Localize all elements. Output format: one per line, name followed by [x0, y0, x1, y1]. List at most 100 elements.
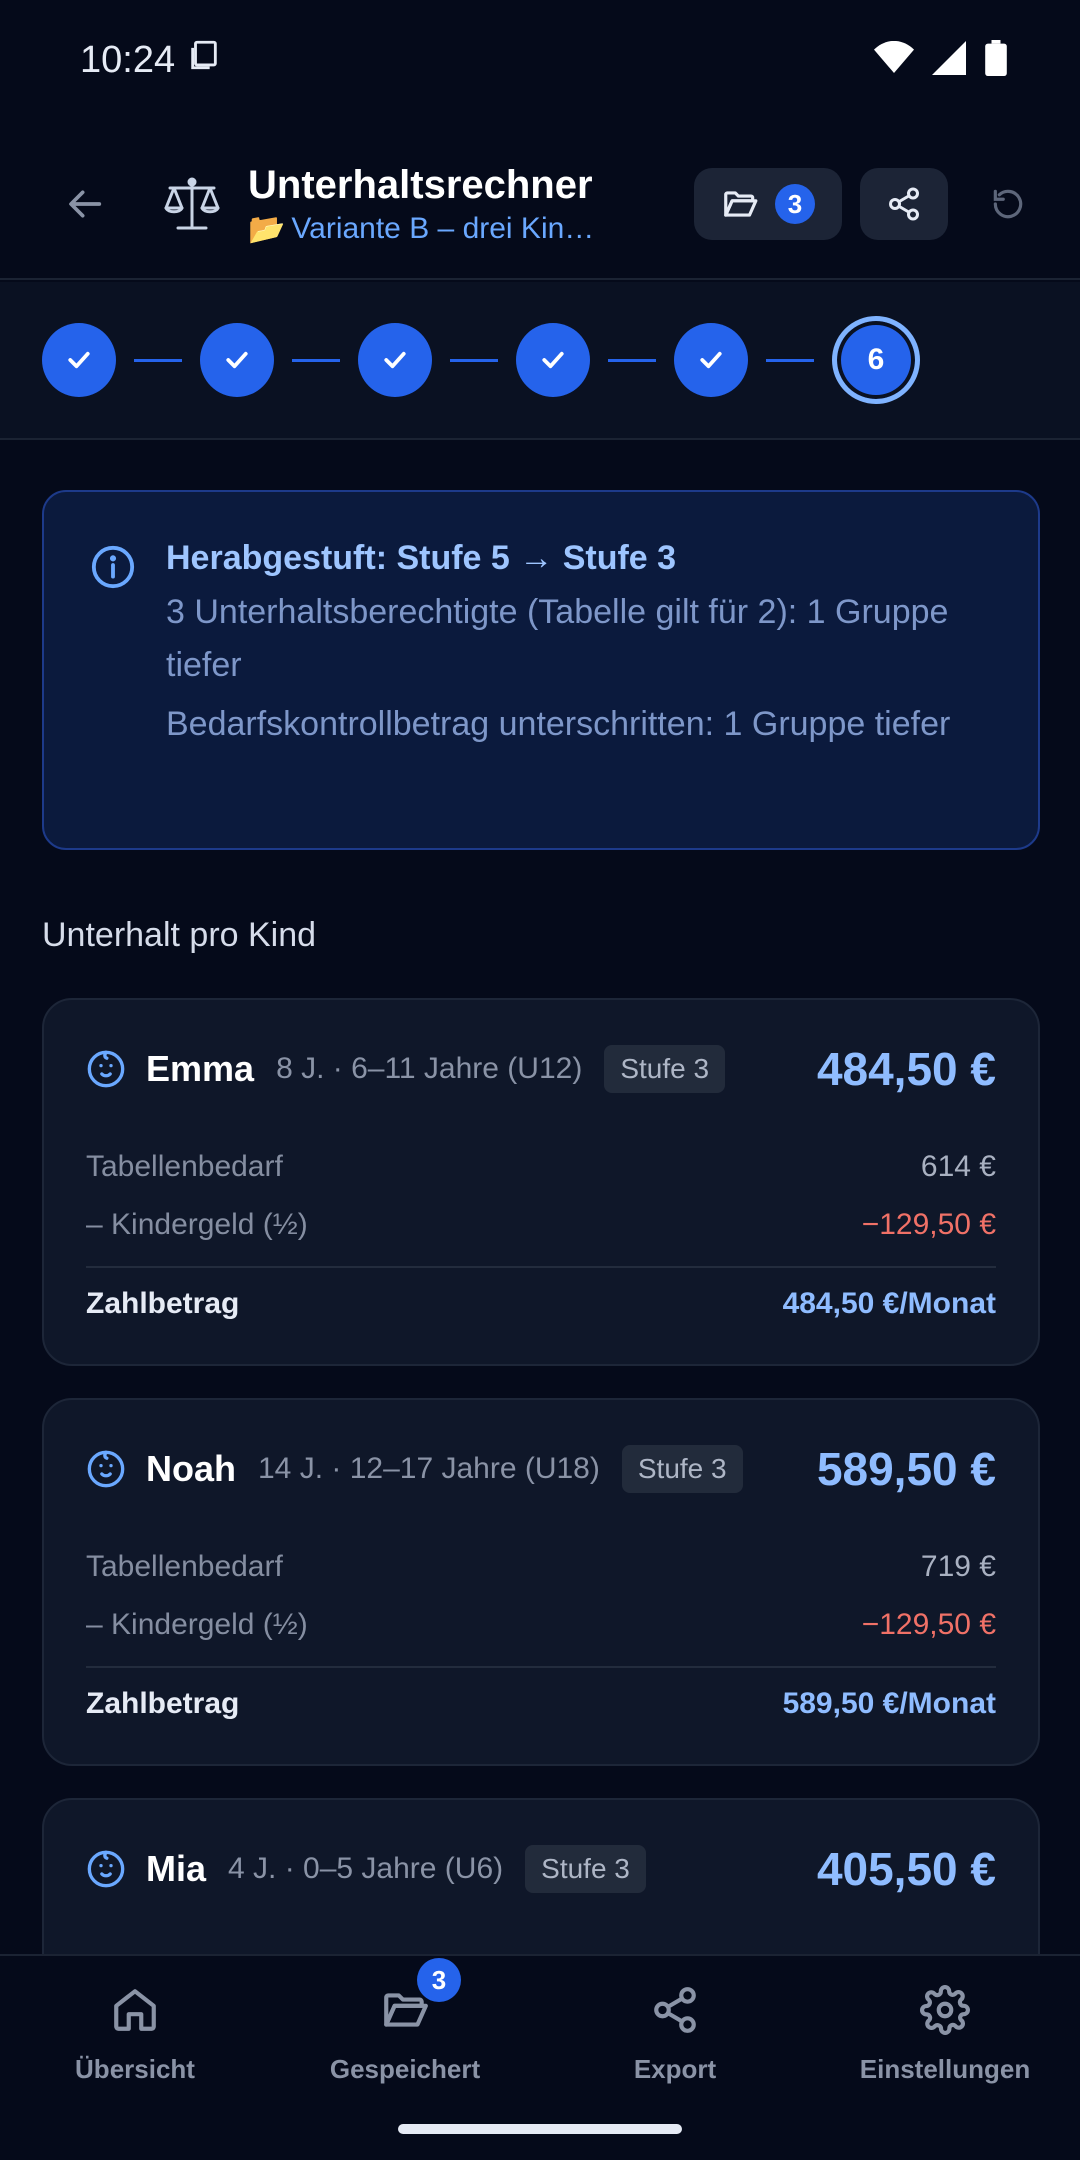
- step-2[interactable]: [200, 323, 274, 397]
- reset-button[interactable]: [978, 168, 1038, 240]
- child-amount: 589,50 €: [816, 1443, 996, 1495]
- folder-icon: [724, 191, 758, 217]
- step-5[interactable]: [674, 323, 748, 397]
- downgrade-info-box: Herabgestuft: Stufe 5 → Stufe 3 3 Unterh…: [42, 490, 1040, 850]
- signal-icon: [932, 40, 966, 80]
- total-row: Zahlbetrag 589,50 €/Monat: [86, 1668, 996, 1740]
- child-amount: 484,50 €: [816, 1043, 996, 1095]
- share-button[interactable]: [860, 168, 948, 240]
- total-value: 589,50 €/Monat: [782, 1687, 996, 1720]
- scales-icon: [160, 172, 224, 236]
- total-row: Zahlbetrag 484,50 €/Monat: [86, 1268, 996, 1340]
- kindergeld-label: – Kindergeld (½): [86, 1208, 308, 1241]
- step-1[interactable]: [42, 323, 116, 397]
- folder-icon: 3: [375, 1958, 461, 2040]
- kindergeld-value: −129,50 €: [861, 1608, 996, 1641]
- folder-emoji-icon: 📂: [248, 212, 286, 246]
- step-current[interactable]: 6: [832, 316, 920, 404]
- step-4[interactable]: [516, 323, 590, 397]
- stufe-chip: Stufe 3: [525, 1845, 646, 1893]
- bedarf-row: Tabellenbedarf 719 €: [86, 1538, 996, 1596]
- kindergeld-value: −129,50 €: [861, 1208, 996, 1241]
- check-icon: [384, 351, 406, 369]
- kindergeld-label: – Kindergeld (½): [86, 1608, 308, 1641]
- info-line-2: Bedarfskontrollbetrag unterschritten: 1 …: [166, 704, 951, 743]
- child-name: Mia: [146, 1848, 207, 1889]
- child-card-header: Mia 4 J. · 0–5 Jahre (U6) Stufe 3 405,50…: [86, 1800, 996, 1938]
- child-card-header: Emma 8 J. · 6–11 Jahre (U12) Stufe 3 484…: [86, 1000, 996, 1138]
- step-connector: [450, 358, 498, 362]
- home-indicator[interactable]: [398, 2124, 682, 2134]
- app-header: Unterhaltsrechner 📂 Variante B – drei Ki…: [0, 130, 1080, 280]
- stufe-chip: Stufe 3: [604, 1045, 726, 1093]
- reset-icon: [993, 189, 1023, 219]
- step-3[interactable]: [358, 323, 432, 397]
- bedarf-value: 719 €: [920, 1550, 996, 1583]
- child-card-noah: Noah 14 J. · 12–17 Jahre (U18) Stufe 3 5…: [42, 1398, 1040, 1766]
- check-icon: [542, 351, 564, 369]
- check-icon: [68, 351, 90, 369]
- nav-label: Gespeichert: [329, 2054, 481, 2084]
- home-icon: [105, 1980, 165, 2040]
- child-age-group: 4 J. · 0–5 Jahre (U6): [228, 1852, 504, 1885]
- child-name: Emma: [146, 1048, 255, 1089]
- child-card-header: Noah 14 J. · 12–17 Jahre (U18) Stufe 3 5…: [86, 1400, 996, 1538]
- battery-icon: [984, 39, 1008, 81]
- variant-label: Variante B – drei Kin…: [291, 212, 595, 245]
- bedarf-label: Tabellenbedarf: [86, 1150, 283, 1183]
- child-age-group: 14 J. · 12–17 Jahre (U18): [258, 1452, 600, 1485]
- saved-nav-badge: 3: [417, 1958, 461, 2002]
- step-connector: [292, 358, 340, 362]
- share-icon: [889, 187, 919, 221]
- progress-stepper: 6: [0, 282, 1080, 440]
- nav-item-saved[interactable]: 3 Gespeichert: [270, 1958, 540, 2106]
- status-right: [874, 39, 1008, 81]
- check-icon: [700, 351, 722, 369]
- child-amount: 405,50 €: [816, 1843, 996, 1895]
- baby-icon: [86, 1049, 126, 1089]
- bedarf-value: 614 €: [920, 1150, 996, 1183]
- nav-item-overview[interactable]: Übersicht: [0, 1976, 270, 2106]
- child-card-emma: Emma 8 J. · 6–11 Jahre (U12) Stufe 3 484…: [42, 998, 1040, 1366]
- section-title: Unterhalt pro Kind: [42, 916, 317, 954]
- main-content: Herabgestuft: Stufe 5 → Stufe 3 3 Unterh…: [0, 440, 1080, 1954]
- stufe-chip: Stufe 3: [621, 1445, 743, 1493]
- total-label: Zahlbetrag: [86, 1287, 240, 1320]
- saved-count-badge: 3: [775, 184, 815, 224]
- nav-label: Einstellungen: [859, 2054, 1031, 2084]
- total-value: 484,50 €/Monat: [782, 1287, 996, 1320]
- child-card-mia: Mia 4 J. · 0–5 Jahre (U6) Stufe 3 405,50…: [42, 1798, 1040, 1954]
- nav-item-settings[interactable]: Einstellungen: [810, 1976, 1080, 2106]
- bedarf-label: Tabellenbedarf: [86, 1550, 283, 1583]
- info-title: Herabgestuft: Stufe 5 → Stufe 3: [166, 539, 677, 577]
- child-name: Noah: [146, 1448, 236, 1489]
- status-time: 10:24: [80, 38, 176, 81]
- back-button[interactable]: [60, 178, 112, 230]
- share-icon: [645, 1980, 705, 2040]
- nav-label: Übersicht: [75, 2054, 195, 2084]
- arrow-left-icon: [69, 190, 102, 218]
- step-connector: [766, 358, 814, 362]
- nav-item-export[interactable]: Export: [540, 1976, 810, 2106]
- child-age-group: 8 J. · 6–11 Jahre (U12): [276, 1052, 583, 1085]
- app-title: Unterhaltsrechner: [248, 162, 593, 207]
- title-group: Unterhaltsrechner 📂 Variante B – drei Ki…: [248, 162, 594, 247]
- baby-icon: [86, 1449, 126, 1489]
- wifi-icon: [874, 40, 914, 80]
- notification-icon: [187, 38, 221, 82]
- info-line-1: 3 Unterhaltsberechtigte (Tabelle gilt fü…: [166, 593, 949, 684]
- kindergeld-row: – Kindergeld (½) −129,50 €: [86, 1196, 996, 1254]
- gear-icon: [915, 1980, 975, 2040]
- variant-link[interactable]: 📂 Variante B – drei Kin…: [248, 212, 594, 247]
- baby-icon: [86, 1849, 126, 1889]
- check-icon: [226, 351, 248, 369]
- status-left: 10:24: [80, 38, 221, 82]
- status-bar: 10:24: [0, 0, 1080, 120]
- info-icon: [90, 544, 136, 595]
- header-actions: 3: [694, 168, 1038, 240]
- nav-label: Export: [633, 2054, 717, 2084]
- total-label: Zahlbetrag: [86, 1687, 240, 1720]
- bedarf-row: Tabellenbedarf 614 €: [86, 1138, 996, 1196]
- saved-variants-button[interactable]: 3: [694, 168, 842, 240]
- step-connector: [134, 358, 182, 362]
